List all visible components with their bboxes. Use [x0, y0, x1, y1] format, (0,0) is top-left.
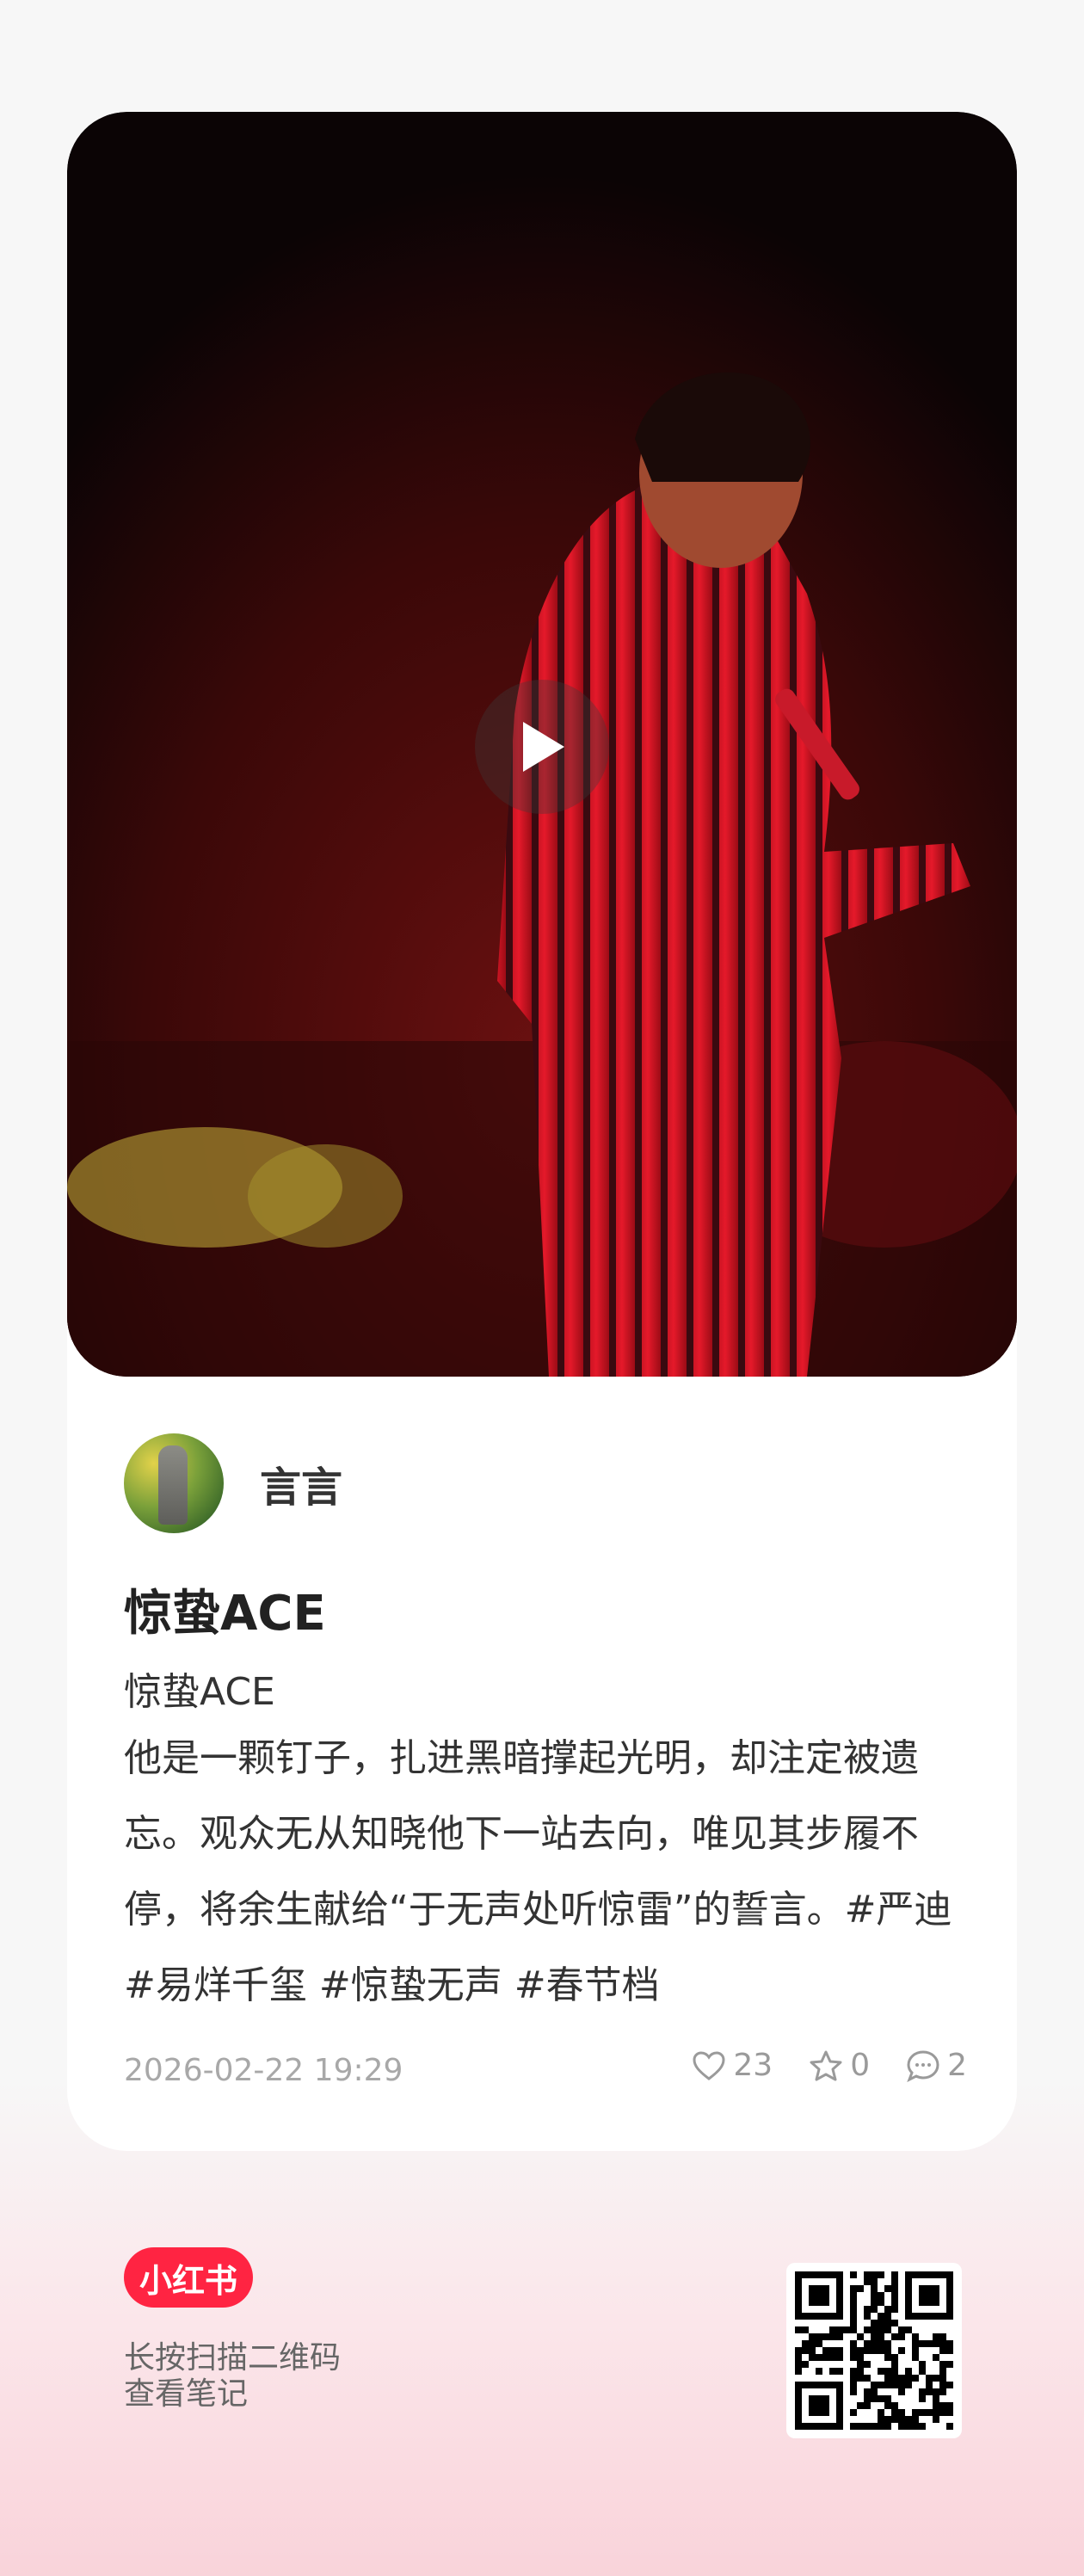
avatar[interactable]	[124, 1433, 224, 1533]
comment-count: 2	[947, 2048, 967, 2083]
note-meta: 2026-02-22 19:29 23 0 2	[124, 2048, 967, 2099]
comment-button[interactable]: 2	[906, 2048, 967, 2083]
xiaohongshu-logo: 小红书	[124, 2247, 253, 2308]
scan-hint-line2: 查看笔记	[124, 2376, 249, 2412]
engagement-stats: 23 0 2	[656, 2048, 967, 2083]
scan-hint-line1: 长按扫描二维码	[124, 2340, 342, 2376]
heart-icon	[693, 2050, 725, 2080]
like-button[interactable]: 23	[692, 2048, 773, 2083]
note-subtitle: 惊蛰ACE	[124, 1670, 275, 1714]
comment-icon	[907, 2049, 939, 2082]
collect-count: 0	[850, 2048, 871, 2083]
note-title: 惊蛰ACE	[124, 1586, 326, 1642]
collect-button[interactable]: 0	[809, 2048, 870, 2083]
note-body: 他是一颗钉子，扎进黑暗撑起光明，却注定被遗忘。观众无从知晓他下一站去向，唯见其步…	[124, 1736, 952, 2007]
play-icon	[523, 722, 564, 772]
star-icon	[810, 2050, 842, 2080]
author-row[interactable]: 言言	[124, 1433, 342, 1533]
note-card: 言言 惊蛰ACE 惊蛰ACE 他是一颗钉子，扎进黑暗撑起光明，却注定被遗忘。观众…	[67, 112, 1017, 2151]
post-date: 2026-02-22 19:29	[124, 2053, 403, 2088]
scan-hint: 长按扫描二维码 查看笔记	[124, 2340, 341, 2413]
qr-code-image	[795, 2271, 953, 2430]
author-name[interactable]: 言言	[260, 1453, 342, 1513]
like-count: 23	[733, 2048, 773, 2083]
play-button[interactable]	[475, 680, 609, 814]
video-thumbnail[interactable]	[67, 112, 1017, 1377]
qr-code[interactable]	[786, 2263, 962, 2438]
